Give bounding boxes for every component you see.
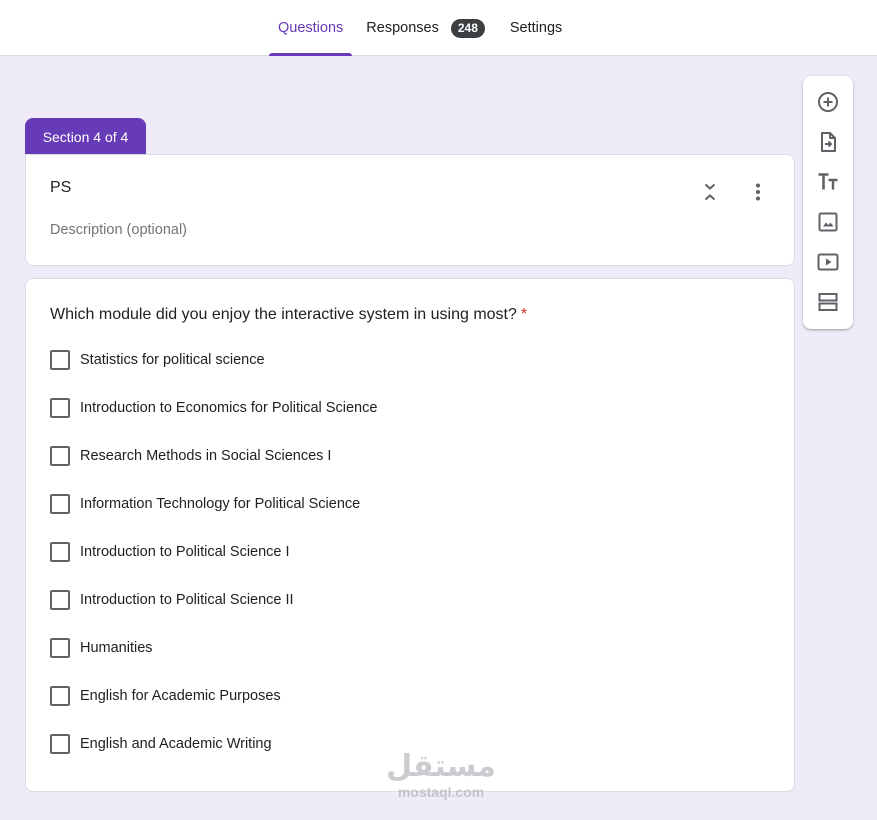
import-questions-icon [821,132,836,152]
tab-settings[interactable]: Settings [501,0,571,56]
option-label: Introduction to Economics for Political … [80,400,378,416]
checkbox-option[interactable]: English for Academic Purposes [50,685,377,733]
import-questions-button[interactable] [814,128,842,156]
option-label: Statistics for political science [80,352,265,368]
add-section-button[interactable] [814,288,842,316]
option-label: Information Technology for Political Sci… [80,496,361,512]
watermark: مستقل mostaql.com [386,749,496,801]
add-title-icon [818,173,838,190]
add-video-icon [817,253,839,271]
section-indicator: Section 4 of 4 [25,118,146,155]
checkbox-option[interactable]: Research Methods in Social Sciences I [50,445,377,493]
checkbox-option[interactable]: Humanities [50,637,377,685]
checkbox-option[interactable]: Statistics for political science [50,349,377,397]
option-label: Introduction to Political Science I [80,544,290,560]
checkbox-option[interactable]: English and Academic Writing [50,733,377,781]
responses-count-badge: 248 [450,18,485,38]
option-label: Introduction to Political Science II [80,592,294,608]
form-tabs: Questions Responses 248 Settings [269,0,571,56]
section-description-input[interactable]: Description (optional) [50,222,187,238]
top-bar: Questions Responses 248 Settings [0,0,877,56]
add-image-icon [818,212,838,232]
tab-responses-label: Responses [366,20,439,36]
checkbox[interactable] [50,734,70,754]
required-marker: * [520,306,528,323]
tab-questions-label: Questions [278,20,344,36]
checkbox[interactable] [50,446,70,466]
more-options-button[interactable] [744,178,772,206]
more-vert-icon [756,183,760,201]
checkbox-option[interactable]: Introduction to Political Science II [50,589,377,637]
add-video-button[interactable] [814,248,842,276]
question-title: Which module did you enjoy the interacti… [50,306,527,324]
checkbox[interactable] [50,494,70,514]
checkbox-options: Statistics for political science Introdu… [50,349,377,781]
add-question-button[interactable] [814,88,842,116]
checkbox-option[interactable]: Introduction to Economics for Political … [50,397,377,445]
collapse-icon [704,183,716,201]
checkbox[interactable] [50,350,70,370]
question-card[interactable]: Which module did you enjoy the interacti… [25,278,795,792]
tab-settings-label: Settings [509,20,563,36]
section-indicator-label: Section 4 of 4 [42,128,129,145]
watermark-url: mostaql.com [397,784,485,800]
tab-questions[interactable]: Questions [269,0,353,56]
tab-responses[interactable]: Responses 248 [357,0,494,56]
checkbox[interactable] [50,590,70,610]
checkbox[interactable] [50,638,70,658]
checkbox-option[interactable]: Information Technology for Political Sci… [50,493,377,541]
add-image-button[interactable] [814,208,842,236]
add-question-icon [818,92,838,112]
option-label: English and Academic Writing [80,736,272,752]
watermark-logo: مستقل [386,749,496,784]
option-label: English for Academic Purposes [80,688,281,704]
add-title-button[interactable] [814,168,842,196]
checkbox[interactable] [50,398,70,418]
collapse-section-button[interactable] [696,178,724,206]
active-tab-indicator [269,53,353,56]
checkbox-option[interactable]: Introduction to Political Science I [50,541,377,589]
floating-toolbar [803,76,853,329]
section-header-card[interactable]: PS Description (optional) [25,154,795,266]
checkbox[interactable] [50,686,70,706]
question-title-text: Which module did you enjoy the interacti… [50,306,517,323]
option-label: Humanities [80,640,153,656]
checkbox[interactable] [50,542,70,562]
section-title[interactable]: PS [50,179,71,197]
add-section-icon [818,293,838,311]
option-label: Research Methods in Social Sciences I [80,448,332,464]
